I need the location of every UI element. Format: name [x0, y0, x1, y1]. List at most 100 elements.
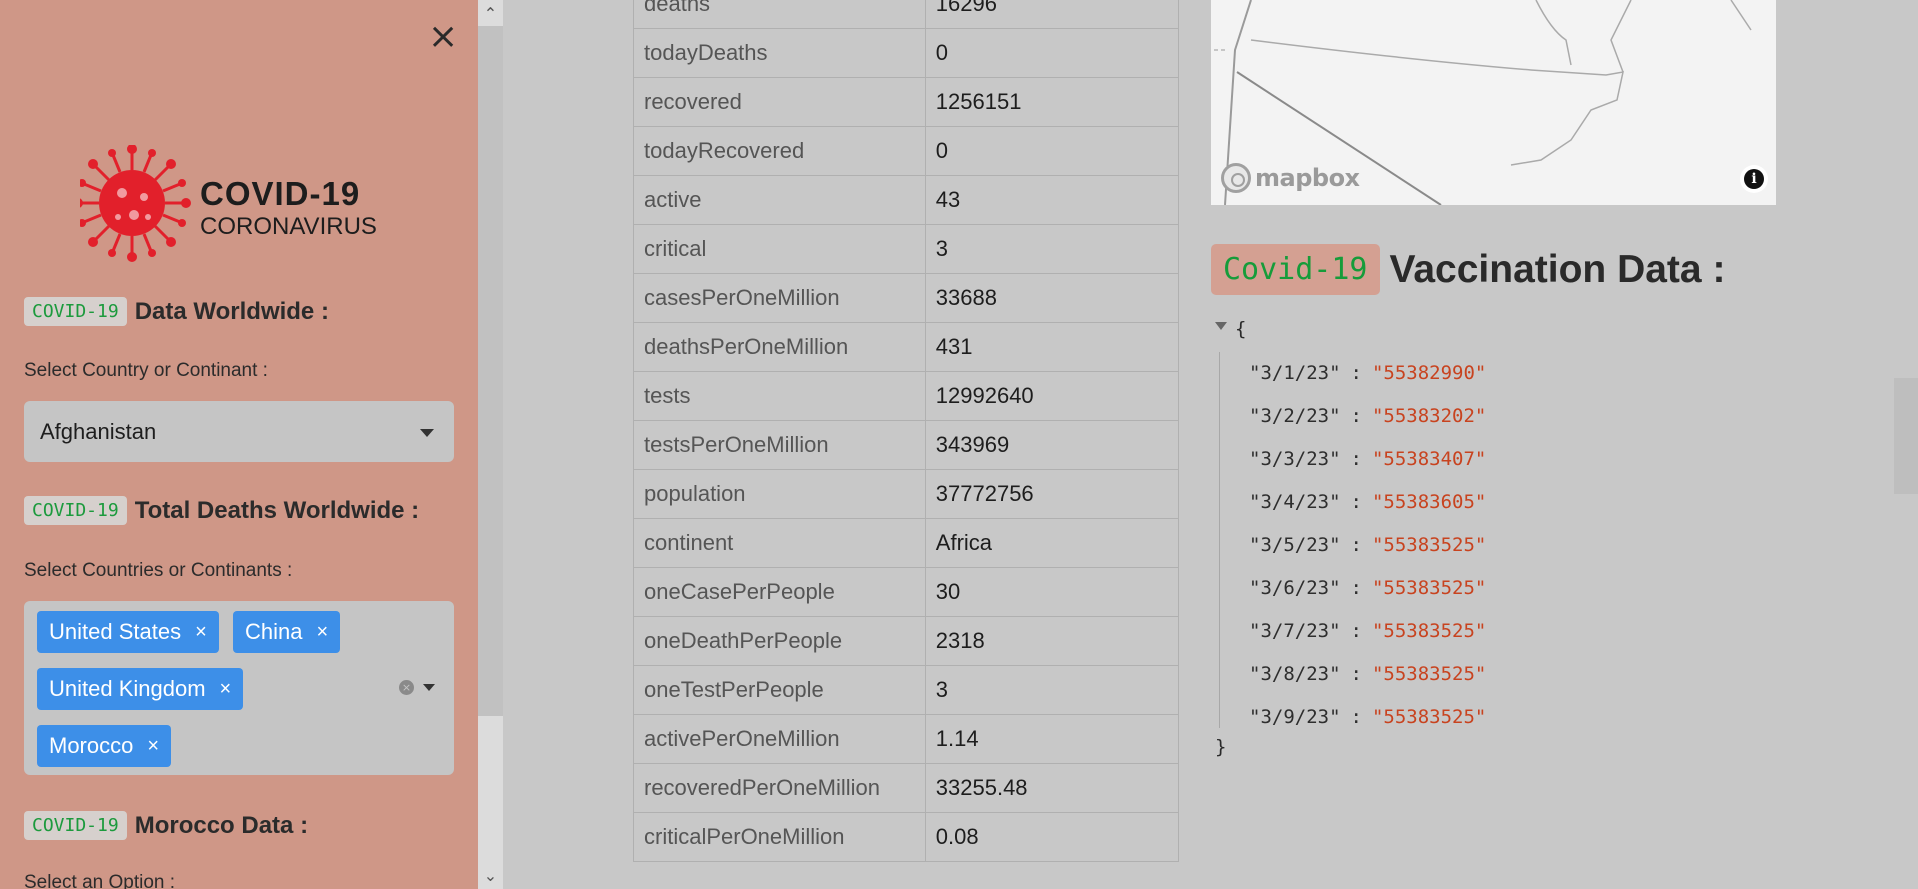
- scrollbar-thumb[interactable]: [478, 26, 503, 716]
- json-value: "55383525": [1371, 620, 1487, 642]
- json-value: "55383605": [1371, 491, 1487, 513]
- row-value: 431: [924, 322, 1180, 372]
- json-value: "55383407": [1371, 448, 1487, 470]
- json-key: "3/5/23": [1249, 534, 1341, 556]
- chip-remove-icon[interactable]: ×: [220, 679, 232, 699]
- covid-badge: COVID-19: [24, 811, 127, 840]
- json-colon: :: [1350, 706, 1362, 728]
- json-value: "55382990": [1371, 362, 1487, 384]
- json-close-brace: }: [1215, 736, 1227, 758]
- row-value: 0.08: [924, 812, 1180, 862]
- json-entry: "3/1/23": "55382990": [1249, 362, 1486, 384]
- json-value: "55383525": [1371, 706, 1487, 728]
- country-select-value: Afghanistan: [40, 419, 157, 444]
- json-entry: "3/7/23": "55383525": [1249, 620, 1486, 642]
- table-row: population 37772756: [633, 469, 1180, 519]
- table-row: recovered 1256151: [633, 77, 1180, 127]
- option-select-label: Select an Option :: [24, 872, 176, 889]
- country-data-table: deaths 16296 todayDeaths 0 recovered 1256151 t…: [633, 0, 1180, 862]
- json-key: "3/8/23": [1249, 663, 1341, 685]
- json-colon: :: [1350, 620, 1362, 642]
- row-key: activePerOneMillion: [633, 714, 926, 764]
- map-info-button[interactable]: i: [1740, 165, 1768, 193]
- scrollbar-thumb[interactable]: [1894, 378, 1918, 494]
- table-row: casesPerOneMillion 33688: [633, 273, 1180, 323]
- countries-select-label: Select Countries or Continants :: [24, 560, 293, 581]
- json-colon: :: [1350, 534, 1362, 556]
- json-indent-guide: [1219, 352, 1220, 728]
- covid-badge: COVID-19: [24, 496, 127, 525]
- covid-logo: COVID-19 CORONAVIRUS: [80, 145, 390, 263]
- map[interactable]: mapbox i: [1211, 0, 1776, 205]
- close-button[interactable]: ×: [428, 19, 458, 55]
- row-value: Africa: [924, 518, 1180, 568]
- row-value: 0: [924, 126, 1180, 176]
- row-key: tests: [633, 371, 926, 421]
- row-value: 43: [924, 175, 1180, 225]
- row-value: 12992640: [924, 371, 1180, 421]
- row-value: 0: [924, 28, 1180, 78]
- row-key: criticalPerOneMillion: [633, 812, 926, 862]
- json-key: "3/4/23": [1249, 491, 1341, 513]
- table-row: activePerOneMillion 1.14: [633, 714, 1180, 764]
- clear-all-icon[interactable]: ×: [399, 680, 414, 695]
- row-value: 1256151: [924, 77, 1180, 127]
- row-key: recovered: [633, 77, 926, 127]
- chip-label: United States: [49, 619, 182, 644]
- info-icon: i: [1744, 169, 1764, 189]
- json-key: "3/9/23": [1249, 706, 1341, 728]
- row-key: critical: [633, 224, 926, 274]
- table-row: recoveredPerOneMillion 33255.48: [633, 763, 1180, 813]
- vaccination-title: Vaccination Data :: [1389, 247, 1726, 291]
- row-value: 3: [924, 224, 1180, 274]
- country-select[interactable]: Afghanistan: [24, 401, 454, 462]
- table-row: todayRecovered 0: [633, 126, 1180, 176]
- json-colon: :: [1350, 663, 1362, 685]
- chip-remove-icon[interactable]: ×: [147, 736, 159, 756]
- section-morocco-data: COVID-19 Morocco Data :: [24, 811, 308, 840]
- countries-multi-select[interactable]: United States × China × United Kingdom ×…: [24, 601, 454, 775]
- chevron-down-icon[interactable]: [423, 684, 435, 691]
- row-key: testsPerOneMillion: [633, 420, 926, 470]
- row-key: population: [633, 469, 926, 519]
- row-key: recoveredPerOneMillion: [633, 763, 926, 813]
- mapbox-logo[interactable]: mapbox: [1221, 163, 1360, 193]
- json-colon: :: [1350, 577, 1362, 599]
- chip-label: Morocco: [49, 733, 134, 758]
- row-value: 33255.48: [924, 763, 1180, 813]
- row-key: todayDeaths: [633, 28, 926, 78]
- json-entry: "3/8/23": "55383525": [1249, 663, 1486, 685]
- row-value: 3: [924, 665, 1180, 715]
- sidebar-scrollbar[interactable]: ⌃ ⌄: [478, 0, 503, 889]
- row-value: 343969: [924, 420, 1180, 470]
- page-scrollbar[interactable]: [1894, 0, 1918, 889]
- scroll-up-icon[interactable]: ⌃: [483, 4, 498, 24]
- chip-remove-icon[interactable]: ×: [316, 622, 328, 642]
- row-key: casesPerOneMillion: [633, 273, 926, 323]
- chip-united-states: United States ×: [37, 611, 219, 653]
- row-value: 33688: [924, 273, 1180, 323]
- covid-badge: Covid-19: [1211, 244, 1380, 295]
- json-colon: :: [1350, 362, 1362, 384]
- table-row: active 43: [633, 175, 1180, 225]
- section-title: Total Deaths Worldwide :: [134, 496, 420, 524]
- json-value: "55383202": [1371, 405, 1487, 427]
- table-row: deathsPerOneMillion 431: [633, 322, 1180, 372]
- json-value: "55383525": [1371, 577, 1487, 599]
- scroll-down-icon[interactable]: ⌄: [483, 866, 498, 886]
- json-entry: "3/3/23": "55383407": [1249, 448, 1486, 470]
- table-row: oneTestPerPeople 3: [633, 665, 1180, 715]
- section-title: Data Worldwide :: [134, 297, 329, 325]
- table-row: todayDeaths 0: [633, 28, 1180, 78]
- table-row: deaths 16296: [633, 0, 1180, 29]
- row-value: 37772756: [924, 469, 1180, 519]
- table-row: continent Africa: [633, 518, 1180, 568]
- table-row: criticalPerOneMillion 0.08: [633, 812, 1180, 862]
- logo-title: COVID-19: [200, 175, 361, 212]
- table-row: testsPerOneMillion 343969: [633, 420, 1180, 470]
- chip-remove-icon[interactable]: ×: [195, 622, 207, 642]
- chevron-down-icon[interactable]: [420, 429, 434, 437]
- collapse-toggle-icon[interactable]: [1215, 322, 1227, 330]
- mapbox-icon: [1221, 163, 1251, 193]
- json-key: "3/1/23": [1249, 362, 1341, 384]
